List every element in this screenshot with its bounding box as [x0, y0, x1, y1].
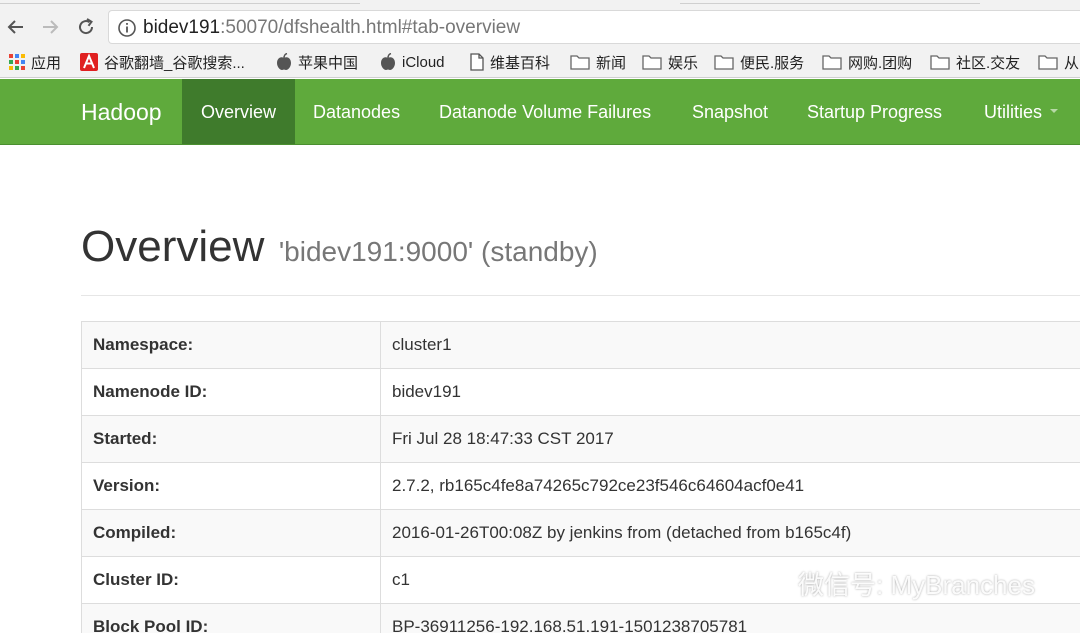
bookmark-label: 娱乐 — [668, 54, 699, 72]
reload-button[interactable] — [74, 15, 98, 39]
url-field[interactable]: bidev191:50070/dfshealth.html#tab-overvi… — [108, 10, 1080, 44]
folder-icon — [642, 55, 662, 70]
page-icon — [470, 53, 484, 71]
bookmark-label: 谷歌翻墙_谷歌搜索... — [104, 54, 245, 72]
table-row: Namenode ID: bidev191 — [81, 368, 1080, 416]
row-value: Fri Jul 28 18:47:33 CST 2017 — [380, 415, 1080, 463]
back-button[interactable] — [4, 15, 28, 39]
bookmark-folder-news[interactable]: 新闻 — [570, 51, 626, 73]
bookmark-folder-entertainment[interactable]: 娱乐 — [642, 51, 698, 73]
bookmark-label: 维基百科 — [490, 54, 551, 72]
table-row: Version: 2.7.2, rb165c4fe8a74265c792ce23… — [81, 462, 1080, 510]
hadoop-navbar: Hadoop Overview Datanodes Datanode Volum… — [0, 79, 1080, 145]
page-subtitle: 'bidev191:9000' (standby) — [278, 236, 598, 267]
tab-edge — [0, 0, 360, 4]
bookmark-google-search[interactable]: 谷歌翻墙_谷歌搜索... — [80, 51, 245, 73]
tab-snapshot[interactable]: Snapshot — [673, 79, 787, 144]
tab-utilities[interactable]: Utilities — [965, 79, 1077, 144]
row-key: Started: — [81, 415, 381, 463]
header-divider — [81, 295, 1080, 296]
row-key: Block Pool ID: — [81, 603, 381, 633]
table-row: Namespace: cluster1 — [81, 321, 1080, 369]
wechat-watermark: 微信号: MyBranches — [752, 565, 1035, 602]
tab-startup-progress[interactable]: Startup Progress — [788, 79, 961, 144]
bookmark-label: 便民.服务 — [740, 54, 805, 72]
table-row: Compiled: 2016-01-26T00:08Z by jenkins f… — [81, 509, 1080, 557]
page-title: Overview — [81, 222, 265, 271]
bookmark-wikipedia[interactable]: 维基百科 — [470, 51, 550, 73]
bookmark-label: iCloud — [402, 53, 445, 71]
table-row: Started: Fri Jul 28 18:47:33 CST 2017 — [81, 415, 1080, 463]
bookmark-label: 网购.团购 — [848, 54, 913, 72]
tab-utilities-label: Utilities — [984, 102, 1043, 122]
info-icon — [118, 19, 136, 37]
reload-icon — [79, 18, 94, 35]
bookmark-label: 应用 — [31, 54, 62, 72]
bookmark-apps[interactable]: 应用 — [9, 51, 61, 73]
apps-grid-icon — [9, 54, 25, 70]
watermark-text: 微信号: MyBranches — [798, 570, 1035, 600]
folder-icon — [714, 55, 734, 70]
browser-tab-strip — [0, 0, 1080, 8]
folder-icon — [570, 55, 590, 70]
tab-edge — [680, 0, 980, 4]
row-key: Namenode ID: — [81, 368, 381, 416]
url-path: :50070/dfshealth.html#tab-overview — [220, 17, 521, 38]
red-a-icon — [80, 53, 98, 71]
bookmark-label: 从 — [1064, 54, 1080, 72]
back-arrow-icon — [7, 20, 23, 34]
row-value: 2.7.2, rb165c4fe8a74265c792ce23f546c6460… — [380, 462, 1080, 510]
tab-overview[interactable]: Overview — [182, 79, 296, 144]
folder-icon — [930, 55, 950, 70]
row-key: Version: — [81, 462, 381, 510]
row-value: BP-36911256-192.168.51.191-1501238705781 — [380, 603, 1080, 633]
bookmark-label: 社区.交友 — [956, 54, 1021, 72]
forward-button[interactable] — [38, 15, 62, 39]
row-value: bidev191 — [380, 368, 1080, 416]
bookmark-label: 苹果中国 — [298, 54, 359, 72]
table-row: Block Pool ID: BP-36911256-192.168.51.19… — [81, 603, 1080, 633]
forward-arrow-icon — [43, 20, 59, 34]
row-key: Cluster ID: — [81, 556, 381, 604]
row-key: Compiled: — [81, 509, 381, 557]
dropdown-caret-icon — [1050, 109, 1059, 114]
bookmark-folder-shopping[interactable]: 网购.团购 — [822, 51, 912, 73]
bookmarks-bar: 应用 谷歌翻墙_谷歌搜索... 苹果中国 iCloud 维基百科 新闻 娱乐 便… — [0, 46, 1080, 78]
bookmark-icloud[interactable]: iCloud — [380, 51, 445, 73]
row-value: cluster1 — [380, 321, 1080, 369]
bookmark-folder-more[interactable]: 从 — [1038, 51, 1079, 73]
tab-datanodes[interactable]: Datanodes — [294, 79, 419, 144]
row-key: Namespace: — [81, 321, 381, 369]
url-text: bidev191:50070/dfshealth.html#tab-overvi… — [143, 17, 520, 39]
bookmark-apple-china[interactable]: 苹果中国 — [276, 51, 358, 73]
navbar-brand[interactable]: Hadoop — [81, 99, 162, 126]
url-host: bidev191 — [143, 17, 221, 38]
address-bar: bidev191:50070/dfshealth.html#tab-overvi… — [0, 8, 1080, 46]
apple-icon — [381, 53, 395, 70]
bookmark-folder-community[interactable]: 社区.交友 — [930, 51, 1020, 73]
folder-icon — [822, 55, 842, 70]
wechat-icon — [753, 569, 789, 596]
page-header: Overview 'bidev191:9000' (standby) — [81, 222, 598, 272]
row-value: 2016-01-26T00:08Z by jenkins from (detac… — [380, 509, 1080, 557]
bookmark-folder-services[interactable]: 便民.服务 — [714, 51, 804, 73]
folder-icon — [1038, 55, 1058, 70]
bookmark-label: 新闻 — [596, 54, 627, 72]
apple-icon — [277, 53, 291, 70]
tab-datanode-volume-failures[interactable]: Datanode Volume Failures — [420, 79, 670, 144]
